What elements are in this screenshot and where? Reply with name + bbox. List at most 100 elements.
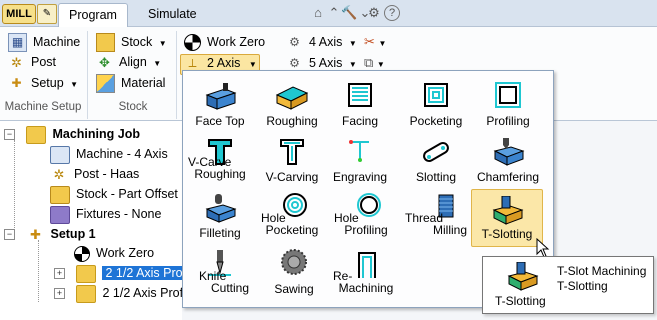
tree-item-machine[interactable]: Machine - 4 Axis <box>50 144 168 164</box>
tree-line <box>38 240 39 302</box>
gallery-item-thread-milling[interactable]: Thread Milling <box>405 187 475 243</box>
facing-icon <box>348 83 372 107</box>
stock-dropdown-icon[interactable]: ▼ <box>159 39 167 48</box>
home-icon[interactable]: ⌂ <box>310 5 326 21</box>
hammer-icon[interactable]: 🔨 <box>341 5 357 21</box>
gallery-item-facing[interactable]: Facing <box>325 75 395 131</box>
collapse-icon[interactable]: − <box>4 129 15 141</box>
stock-label: Stock <box>121 35 153 49</box>
quick-access-icon[interactable]: ✎ <box>37 4 57 24</box>
stock-icon <box>50 185 70 204</box>
post-button[interactable]: ✲ Post <box>8 52 56 72</box>
help-icon[interactable]: ? <box>384 5 400 21</box>
gallery-label: Slotting <box>415 170 457 184</box>
gallery-item-engraving[interactable]: Engraving <box>325 131 395 187</box>
chamfering-icon <box>493 138 525 166</box>
gallery-item-chamfering[interactable]: Chamfering <box>473 131 543 187</box>
gallery-label: Pocketing <box>265 223 319 237</box>
roughing-icon <box>275 86 309 110</box>
tab-program[interactable]: Program <box>58 3 128 27</box>
tree-item-post[interactable]: ✲ Post - Haas <box>50 164 140 184</box>
post-icon: ✲ <box>11 55 22 71</box>
tree-item-profile-1[interactable]: + 2 1/2 Axis Profil <box>54 263 195 283</box>
gallery-item-knife-cutting[interactable]: Knife Cutting <box>185 243 255 299</box>
work-zero-button[interactable]: Work Zero <box>184 32 265 52</box>
gallery-label: Cutting <box>210 281 250 295</box>
fixtures-icon <box>50 205 70 224</box>
gallery-label: Filleting <box>199 226 241 240</box>
work-zero-label: Work Zero <box>207 35 266 49</box>
gallery-item-profiling[interactable]: Profiling <box>473 75 543 131</box>
tree-item-profile-2[interactable]: + 2 1/2 Axis Profil <box>54 283 189 303</box>
gallery-label: Machining <box>338 281 394 295</box>
tab-simulate[interactable]: Simulate <box>136 3 209 26</box>
expand-icon[interactable]: + <box>54 268 65 280</box>
align-button[interactable]: ✥ Align ▼ <box>96 52 161 72</box>
slotting-icon <box>423 142 449 162</box>
gallery-item-re-machining[interactable]: Re- Machining <box>331 243 401 299</box>
v-carving-icon <box>280 139 304 165</box>
gallery-label: T-Slotting <box>481 227 533 241</box>
align-dropdown-icon[interactable]: ▼ <box>153 59 161 68</box>
gallery-item-filleting[interactable]: Filleting <box>185 187 255 243</box>
two-axis-dropdown-icon[interactable]: ▼ <box>249 60 257 69</box>
machine-label: Machine <box>33 35 81 49</box>
tree-line <box>14 140 15 230</box>
five-axis-label: 5 Axis <box>309 56 343 70</box>
collapse-icon[interactable]: − <box>4 229 15 241</box>
gallery-item-v-carving[interactable]: V-Carving <box>257 131 327 187</box>
tools-icon[interactable]: ✂ ▼ <box>364 32 386 52</box>
chevron-up-icon[interactable]: ⌃ <box>326 5 342 21</box>
gallery-item-roughing[interactable]: Roughing <box>257 75 327 131</box>
tooltip-icon-label: T-Slotting <box>495 294 546 308</box>
tree-label: 2 1/2 Axis Profil <box>102 286 189 300</box>
tree-label: 2 1/2 Axis Profil <box>102 266 195 280</box>
four-axis-dropdown-icon[interactable]: ▼ <box>349 39 357 48</box>
expand-icon[interactable]: + <box>54 288 65 300</box>
setup-dropdown-icon[interactable]: ▼ <box>70 80 78 89</box>
gallery-label: Profiling <box>344 223 388 237</box>
setup-icon: ✚ <box>11 76 22 91</box>
tree-item-machining-job[interactable]: − Machining Job <box>4 124 140 144</box>
align-icon: ✥ <box>99 55 110 71</box>
material-button[interactable]: Material <box>96 73 166 94</box>
material-label: Material <box>121 76 166 90</box>
pocketing-icon <box>424 83 448 107</box>
ribbon-separator <box>176 31 177 119</box>
group-label-stock: Stock <box>118 101 148 113</box>
gallery-item-hole-pocketing[interactable]: Hole Pocketing <box>257 187 327 243</box>
gallery-item-hole-profiling[interactable]: Hole Profiling <box>331 187 401 243</box>
material-icon <box>96 74 115 94</box>
setup-button[interactable]: ✚ Setup ▼ <box>8 73 78 93</box>
tree-item-work-zero[interactable]: Work Zero <box>74 243 154 263</box>
tree-item-setup-1[interactable]: − ✚ Setup 1 <box>4 224 96 244</box>
gallery-item-sawing[interactable]: Sawing <box>259 243 329 299</box>
work-zero-icon <box>74 245 90 262</box>
gallery-item-t-slotting[interactable]: T-Slotting <box>471 189 543 247</box>
gallery-item-slotting[interactable]: Slotting <box>401 131 471 187</box>
tree-label: Fixtures - None <box>76 207 162 221</box>
stock-icon <box>96 33 115 53</box>
profiling-icon <box>495 82 521 108</box>
gallery-label: Chamfering <box>476 170 540 184</box>
mill-app-button[interactable]: MILL <box>2 4 36 24</box>
machine-button[interactable]: ▦ Machine <box>8 32 81 53</box>
gallery-item-face-top[interactable]: Face Top <box>185 75 255 131</box>
four-axis-button[interactable]: ⚙ 4 Axis ▼ <box>286 32 357 52</box>
t-slotting-icon <box>507 262 539 291</box>
five-axis-dropdown-icon[interactable]: ▼ <box>349 60 357 69</box>
mouse-cursor-icon <box>536 238 550 258</box>
tree-label: Machining Job <box>52 127 140 141</box>
tree-label: Stock - Part Offset <box>76 187 178 201</box>
gallery-item-v-carve-roughing[interactable]: V-Carve Roughing <box>185 131 255 187</box>
gallery-item-pocketing[interactable]: Pocketing <box>401 75 471 131</box>
stock-button[interactable]: Stock ▼ <box>96 32 167 53</box>
tree-item-stock[interactable]: Stock - Part Offset <box>50 184 178 204</box>
tree-item-fixtures[interactable]: Fixtures - None <box>50 204 161 224</box>
gallery-label: Engraving <box>332 170 388 184</box>
tree-label: Setup 1 <box>50 227 96 241</box>
two-axis-label: 2 Axis <box>207 56 241 70</box>
tooltip-subtitle: T-Slotting <box>557 279 608 293</box>
tooltip: T-Slotting T-Slot Machining T-Slotting <box>482 256 654 314</box>
gear-icon[interactable]: ⚙ <box>366 5 382 21</box>
